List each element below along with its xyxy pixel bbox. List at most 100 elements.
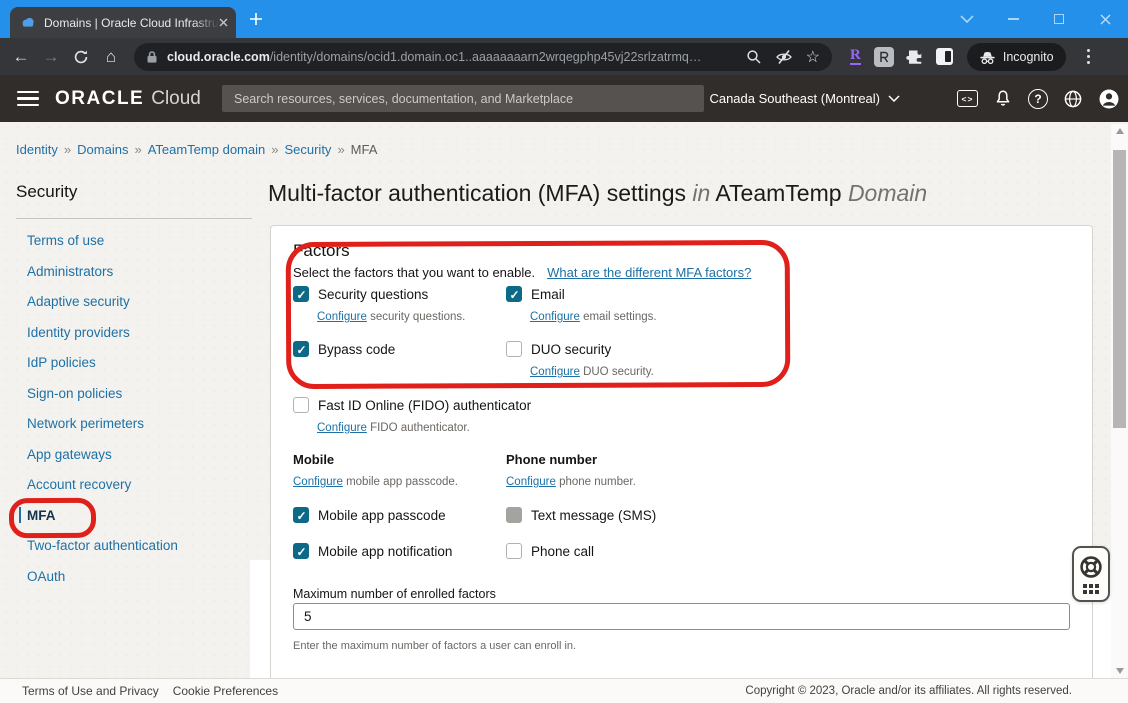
mobile-app-passcode-label: Mobile app passcode — [318, 508, 446, 523]
sidebar-item-terms-of-use[interactable]: Terms of use — [27, 233, 178, 264]
cloud-favicon-icon — [20, 15, 36, 31]
sidebar-item-administrators[interactable]: Administrators — [27, 264, 178, 295]
lock-icon[interactable] — [146, 50, 158, 64]
sidebar-item-mfa[interactable]: MFA — [27, 508, 178, 539]
sidebar-item-network-perimeters[interactable]: Network perimeters — [27, 416, 178, 447]
url-path: /identity/domains/ocid1.domain.oc1..aaaa… — [270, 50, 702, 64]
oci-search-input[interactable] — [222, 85, 704, 112]
sidebar-item-two-factor-authentication[interactable]: Two-factor authentication — [27, 538, 178, 569]
breadcrumb-separator: » — [337, 142, 344, 157]
minimize-button[interactable] — [990, 0, 1036, 38]
mobile-app-notification-label: Mobile app notification — [318, 544, 452, 559]
factors-heading: Factors — [293, 241, 350, 261]
sidebar-item-identity-providers[interactable]: Identity providers — [27, 325, 178, 356]
sidebar-title: Security — [16, 182, 77, 202]
mobile-app-notification-checkbox[interactable] — [293, 543, 309, 559]
forward-button[interactable]: → — [36, 47, 66, 67]
phone-call-checkbox[interactable] — [506, 543, 522, 559]
configure-phone-link[interactable]: Configure — [506, 476, 556, 488]
incognito-badge[interactable]: Incognito — [967, 43, 1066, 71]
sidebar-item-sign-on-policies[interactable]: Sign-on policies — [27, 386, 178, 417]
configure-email-link[interactable]: Configure — [530, 311, 580, 323]
breadcrumb-separator: » — [64, 142, 71, 157]
bookmark-star-icon[interactable]: ☆ — [806, 47, 820, 67]
configure-security-questions-link[interactable]: Configure — [317, 311, 367, 323]
close-button[interactable] — [1082, 0, 1128, 38]
sidebar-item-idp-policies[interactable]: IdP policies — [27, 355, 178, 386]
incognito-label: Incognito — [1003, 50, 1054, 64]
region-selector[interactable]: Canada Southeast (Montreal) — [709, 75, 900, 122]
help-icon[interactable]: ? — [1028, 89, 1048, 109]
notifications-bell-icon[interactable] — [993, 89, 1013, 109]
text-message-sms-checkbox[interactable] — [506, 507, 522, 523]
page-title-domain-name: ATeamTemp — [715, 180, 841, 206]
scroll-up-arrow[interactable] — [1111, 124, 1128, 138]
factors-subtitle-text: Select the factors that you want to enab… — [293, 265, 535, 280]
language-globe-icon[interactable] — [1063, 89, 1083, 109]
breadcrumb-separator: » — [271, 142, 278, 157]
browser-menu-icon[interactable] — [1080, 49, 1098, 64]
extension-r-icon[interactable]: R — [850, 48, 861, 65]
cookie-preferences-link[interactable]: Cookie Preferences — [173, 684, 278, 698]
mobile-app-passcode-checkbox[interactable] — [293, 507, 309, 523]
hamburger-menu-icon[interactable] — [17, 91, 39, 106]
sidebar-item-account-recovery[interactable]: Account recovery — [27, 477, 178, 508]
reload-button[interactable] — [66, 49, 96, 65]
home-button[interactable]: ⌂ — [96, 47, 126, 67]
scroll-down-arrow[interactable] — [1111, 664, 1128, 678]
scrollbar-thumb[interactable] — [1113, 150, 1126, 428]
logo-oracle-text: ORACLE — [55, 88, 144, 110]
extensions-puzzle-icon[interactable] — [906, 48, 924, 66]
breadcrumb-security[interactable]: Security — [284, 142, 331, 157]
oci-header-icons: <> ? — [957, 75, 1120, 122]
configure-mobile-link[interactable]: Configure — [293, 476, 343, 488]
sidebar-item-app-gateways[interactable]: App gateways — [27, 447, 178, 478]
fido-label: Fast ID Online (FIDO) authenticator — [318, 398, 531, 413]
mfa-factors-help-link[interactable]: What are the different MFA factors? — [547, 265, 751, 280]
new-tab-button[interactable] — [248, 11, 264, 27]
zoom-icon[interactable] — [746, 49, 762, 65]
bypass-code-checkbox[interactable] — [293, 341, 309, 357]
dots-grid-icon — [1083, 584, 1098, 593]
browser-tab[interactable]: Domains | Oracle Cloud Infrastruc — [10, 7, 236, 38]
user-avatar-icon[interactable] — [1098, 88, 1120, 110]
oracle-cloud-logo[interactable]: ORACLE Cloud — [55, 88, 201, 110]
eye-slash-icon[interactable] — [775, 49, 793, 65]
browser-window: Domains | Oracle Cloud Infrastruc ← → ⌂ — [0, 0, 1128, 703]
terms-of-use-link[interactable]: Terms of Use and Privacy — [22, 684, 159, 698]
duo-security-checkbox[interactable] — [506, 341, 522, 357]
tab-close-icon[interactable] — [219, 18, 228, 27]
configure-duo: Configure DUO security. — [530, 366, 654, 378]
sidebar-extension-icon[interactable] — [936, 48, 953, 65]
maximize-button[interactable] — [1036, 0, 1082, 38]
configure-fido-link[interactable]: Configure — [317, 422, 367, 434]
breadcrumb-identity[interactable]: Identity — [16, 142, 58, 157]
browser-toolbar: ← → ⌂ cloud.oracle.com/identity/domains/… — [0, 38, 1128, 75]
page-content: Identity » Domains » ATeamTemp domain » … — [0, 122, 1128, 678]
developer-tools-icon[interactable]: <> — [957, 90, 978, 107]
support-widget[interactable] — [1072, 546, 1110, 602]
scrollbar[interactable] — [1111, 124, 1128, 678]
security-questions-checkbox[interactable] — [293, 286, 309, 302]
sidebar-item-oauth[interactable]: OAuth — [27, 569, 178, 600]
breadcrumb-domain-name[interactable]: ATeamTemp domain — [148, 142, 266, 157]
breadcrumb-domains[interactable]: Domains — [77, 142, 128, 157]
incognito-icon — [979, 49, 996, 65]
tab-search-chevron-icon[interactable] — [944, 0, 990, 38]
breadcrumb-mfa: MFA — [351, 142, 378, 157]
configure-mobile-text: mobile app passcode. — [343, 476, 458, 488]
sidebar-item-adaptive-security[interactable]: Adaptive security — [27, 294, 178, 325]
bypass-code-label: Bypass code — [318, 342, 395, 357]
configure-mobile: Configure mobile app passcode. — [293, 476, 458, 488]
lifebuoy-icon — [1078, 554, 1104, 580]
back-button[interactable]: ← — [6, 47, 36, 67]
fido-checkbox[interactable] — [293, 397, 309, 413]
email-checkbox[interactable] — [506, 286, 522, 302]
max-factors-input[interactable] — [293, 603, 1070, 630]
factor-row: Text message (SMS) — [506, 507, 656, 523]
address-bar[interactable]: cloud.oracle.com/identity/domains/ocid1.… — [134, 43, 832, 71]
url-domain: cloud.oracle.com — [167, 50, 270, 64]
factor-row: Email — [506, 286, 565, 302]
extension-icon[interactable] — [874, 47, 894, 67]
configure-duo-link[interactable]: Configure — [530, 366, 580, 378]
